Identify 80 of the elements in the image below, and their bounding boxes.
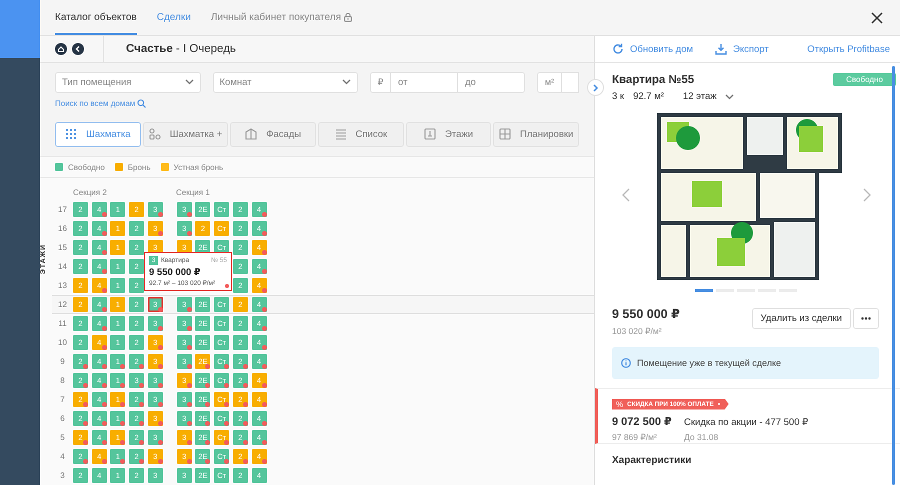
legend-label: Бронь [128,162,151,172]
shapes-icon [148,128,161,140]
legend-label: Устная бронь [174,162,224,172]
home-icon[interactable] [55,42,67,55]
floor-number: 17 [57,205,68,214]
floor-number: 8 [59,376,66,385]
remove-from-deal-button[interactable]: Удалить из сделки [752,308,851,328]
dots-grid-icon [65,128,78,140]
view-tab[interactable]: Шахматка + [142,122,228,147]
floor-number: 6 [59,414,66,423]
floor-number: 5 [59,433,66,442]
view-tab[interactable]: Шахматка [55,122,141,147]
floor-select[interactable]: 12 этаж [682,91,734,102]
floor-number: 15 [57,243,68,252]
legend-label: Свободно [68,162,105,172]
tooltip-price: 9 550 000 ₽ [149,267,202,278]
floor-number: 14 [57,262,68,271]
section-heading: Характеристики [611,454,692,468]
discount-price-per-meter: 97 869 ₽/м² [612,432,658,442]
apartment-area: 92.7 м² [633,91,664,102]
search-icon [137,98,146,108]
floor-number: 13 [57,281,68,290]
section-label: Секция 2 [73,188,108,196]
sidebar-logo-block [0,0,40,58]
floor-number: 9 [59,357,66,366]
section-label: Секция 1 [176,188,211,196]
chevron-down-icon [184,79,194,86]
action-button[interactable]: Экспорт [715,43,769,55]
price-per-meter: 103 020 ₽/м² [612,326,663,336]
chevron-down-icon [342,79,351,86]
floor-number: 16 [57,224,68,233]
more-icon [861,316,871,320]
apartment-price: 9 550 000 ₽ [612,306,680,320]
page-title: Счастье - I Очередь [126,42,236,55]
close-icon[interactable] [871,12,883,24]
rooms-select[interactable]: Комнат [212,72,358,93]
status-dot [225,284,229,288]
plan-icon [499,128,512,140]
discount-amount: Скидка по акции - 477 500 ₽ [684,416,810,428]
price-to-field[interactable]: до [458,72,525,93]
floor-icon [424,128,436,140]
area-unit-label: м² [537,72,562,93]
download-icon [715,43,728,55]
info-icon [621,358,631,368]
room-count: 3 к [612,91,624,102]
price-from-field[interactable]: от [391,72,458,93]
refresh-icon [612,43,624,55]
more-button[interactable] [853,308,879,328]
search-all-link[interactable]: Поиск по всем домам [55,98,146,108]
view-tab[interactable]: Планировки [493,122,580,147]
chevron-right-icon [592,84,598,92]
floor-number: 10 [57,338,68,347]
floor-number: 7 [59,395,66,404]
lock-icon [344,13,352,22]
area-from-field[interactable] [562,72,579,93]
floor-number: 12 [57,300,68,309]
discount-deadline: До 31.08 [684,432,720,442]
view-tab[interactable]: Этажи [406,122,492,147]
floor-number: 11 [57,319,68,328]
view-tab[interactable]: Список [318,122,404,147]
discount-price: 9 072 500 ₽ [612,414,673,428]
notice-text: Помещение уже в текущей сделке [637,358,782,368]
currency-label: ₽ [370,72,391,93]
building-icon [245,128,258,140]
nav-tab[interactable]: Личный кабинет покупателя [210,0,352,35]
list-icon [334,128,347,140]
expand-button[interactable] [587,79,604,96]
view-tab[interactable]: Фасады [230,122,316,147]
floor-number: 4 [59,452,66,461]
floor-number: 3 [59,471,66,480]
apartment-title: Квартира №55 [612,74,694,86]
nav-tab[interactable]: Сделки [156,0,191,35]
slide-indicator[interactable] [694,289,712,292]
back-icon[interactable] [72,42,84,55]
scrollbar[interactable] [892,66,895,485]
status-badge: Свободно [833,73,896,86]
room-type-select[interactable]: Тип помещения [55,72,200,93]
open-link[interactable]: Открыть Profitbase [807,44,890,54]
action-button[interactable]: Обновить дом [612,43,694,55]
chevron-down-icon [724,94,734,100]
